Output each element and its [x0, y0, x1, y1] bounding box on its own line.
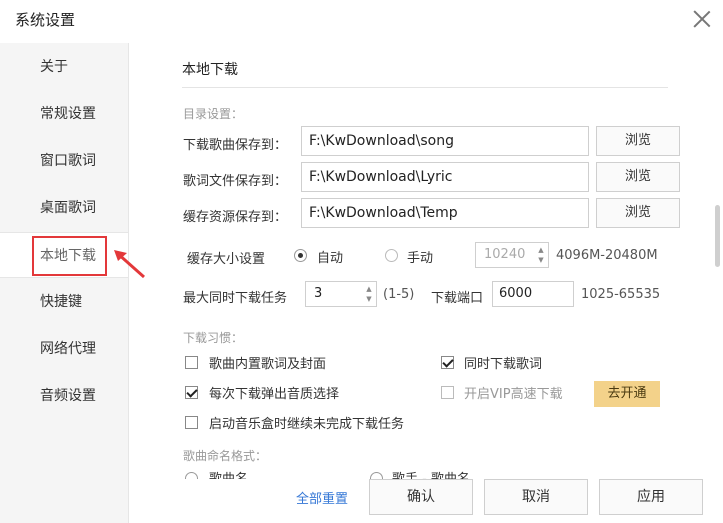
cache-path-input[interactable]: F:\KwDownload\Temp	[301, 198, 589, 228]
port-range: 1025-65535	[581, 287, 661, 302]
vip-download-checkbox[interactable]	[441, 386, 454, 399]
browse-lyric-button[interactable]: 浏览	[596, 162, 680, 192]
cache-path-label: 缓存资源保存到：	[183, 210, 288, 225]
download-lyrics-checkbox[interactable]	[441, 356, 454, 369]
window-title: 系统设置	[15, 11, 76, 29]
sidebar-item-audio[interactable]: 音频设置	[0, 374, 128, 418]
max-tasks-stepper[interactable]: 3 ▲ ▼	[305, 281, 377, 307]
sidebar-item-window-lyrics[interactable]: 窗口歌词	[0, 139, 128, 183]
resume-tasks-checkbox[interactable]	[185, 416, 198, 429]
browse-song-button[interactable]: 浏览	[596, 126, 680, 156]
cache-size-value: 10240	[484, 247, 526, 262]
confirm-button[interactable]: 确认	[369, 479, 473, 515]
song-path-input[interactable]: F:\KwDownload\song	[301, 126, 589, 156]
lyric-path-label: 歌词文件保存到：	[183, 174, 288, 189]
title-bar: 系统设置	[0, 0, 723, 42]
resume-tasks-label: 启动音乐盒时继续未完成下载任务	[209, 417, 405, 432]
cache-size-label: 缓存大小设置	[187, 252, 266, 267]
cache-manual-radio[interactable]	[385, 249, 398, 262]
sidebar-item-desktop-lyrics[interactable]: 桌面歌词	[0, 186, 128, 230]
sidebar-item-shortcuts[interactable]: 快捷键	[0, 280, 128, 324]
naming-option-1-label: 歌曲名	[209, 468, 248, 479]
settings-content: 本地下载 目录设置： 下载歌曲保存到： F:\KwDownload\song 浏…	[130, 43, 710, 523]
port-input[interactable]: 6000	[492, 281, 574, 307]
cache-auto-radio[interactable]	[294, 249, 307, 262]
cache-size-stepper[interactable]: 10240 ▲ ▼	[475, 242, 549, 268]
directory-group-label: 目录设置：	[183, 107, 244, 121]
max-tasks-label: 最大同时下载任务	[183, 291, 288, 306]
embed-lyrics-label: 歌曲内置歌词及封面	[209, 357, 327, 372]
stepper-arrows-icon[interactable]: ▲ ▼	[364, 284, 374, 304]
quality-popup-checkbox[interactable]	[185, 386, 198, 399]
section-title: 本地下载	[182, 62, 238, 78]
lyric-path-input[interactable]: F:\KwDownload\Lyric	[301, 162, 589, 192]
reset-all-link[interactable]: 全部重置	[296, 488, 348, 507]
cancel-button[interactable]: 取消	[484, 479, 588, 515]
sidebar-item-local-download[interactable]: 本地下载	[0, 232, 128, 278]
naming-option-1-radio[interactable]	[185, 472, 198, 479]
sidebar-item-about[interactable]: 关于	[0, 45, 128, 89]
naming-option-2-radio[interactable]	[370, 472, 383, 479]
naming-group-label: 歌曲命名格式：	[183, 449, 268, 463]
sidebar-item-general[interactable]: 常规设置	[0, 92, 128, 136]
close-icon[interactable]	[691, 8, 713, 30]
cache-manual-label: 手动	[407, 251, 434, 266]
max-tasks-value: 3	[314, 286, 323, 301]
cache-range-hint: 4096M-20480M	[556, 248, 658, 263]
scrollbar-thumb[interactable]	[715, 205, 720, 267]
highlight-frame	[32, 236, 107, 276]
song-path-label: 下载歌曲保存到：	[183, 138, 288, 153]
download-lyrics-label: 同时下载歌词	[464, 357, 543, 372]
stepper-arrows-icon[interactable]: ▲ ▼	[536, 245, 546, 265]
embed-lyrics-checkbox[interactable]	[185, 356, 198, 369]
activate-vip-button[interactable]: 去开通	[594, 381, 660, 407]
naming-option-2-label: 歌手 - 歌曲名	[392, 468, 470, 479]
cache-auto-label: 自动	[317, 251, 344, 266]
port-label: 下载端口	[431, 291, 484, 306]
max-tasks-range: (1-5)	[383, 287, 415, 302]
quality-popup-label: 每次下载弹出音质选择	[209, 387, 340, 402]
settings-sidebar: 关于 常规设置 窗口歌词 桌面歌词 本地下载 快捷键 网络代理 音频设置	[0, 43, 129, 523]
sidebar-item-proxy[interactable]: 网络代理	[0, 327, 128, 371]
browse-cache-button[interactable]: 浏览	[596, 198, 680, 228]
habits-group-label: 下载习惯：	[183, 331, 244, 345]
apply-button[interactable]: 应用	[599, 479, 703, 515]
vip-download-label: 开启VIP高速下载	[464, 387, 563, 402]
section-divider	[182, 87, 668, 88]
port-value: 6000	[499, 286, 533, 301]
